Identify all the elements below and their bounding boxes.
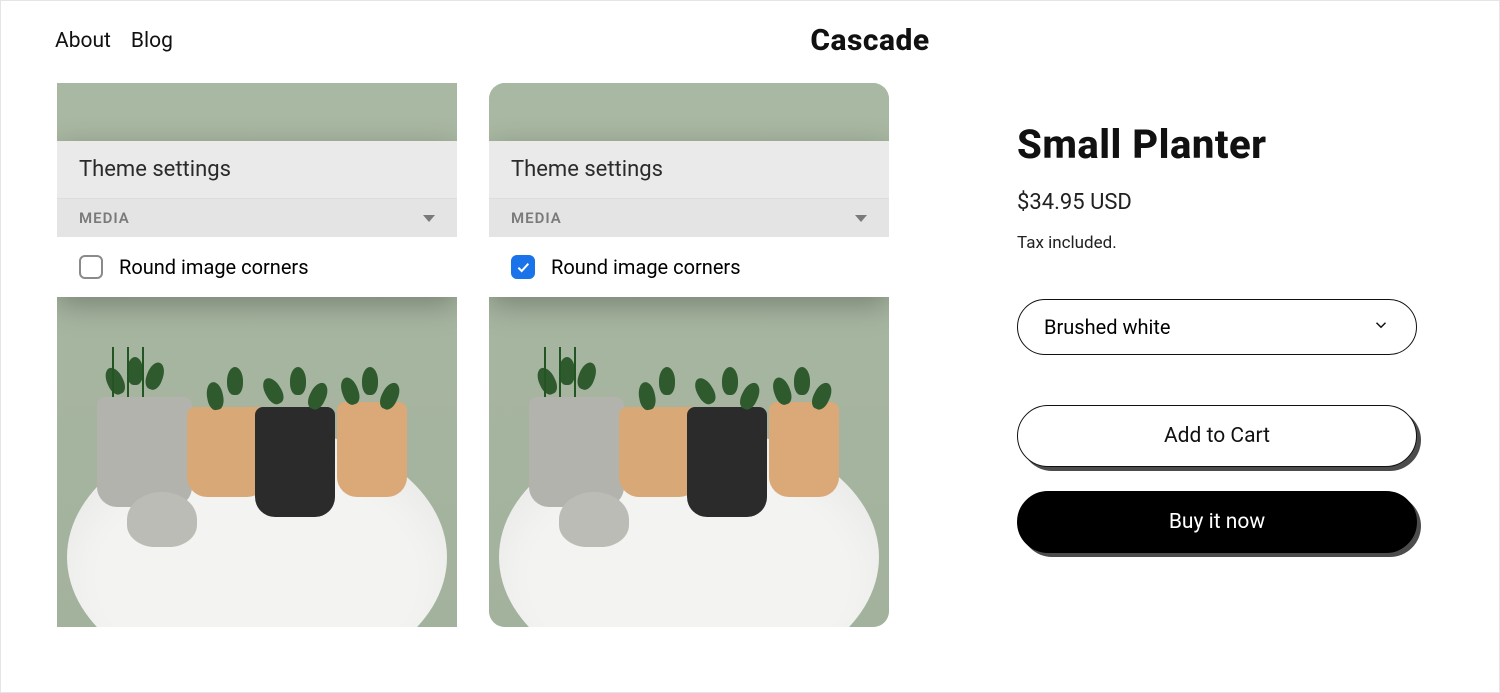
media-section-header[interactable]: MEDIA bbox=[489, 199, 889, 237]
tax-note: Tax included. bbox=[1017, 233, 1417, 253]
chevron-down-icon bbox=[423, 215, 435, 222]
chevron-down-icon bbox=[1372, 315, 1390, 339]
round-corners-checkbox[interactable] bbox=[79, 255, 103, 279]
comparison-panels: Theme settings MEDIA Round image corners bbox=[57, 83, 889, 627]
nav-blog-link[interactable]: Blog bbox=[131, 29, 173, 53]
variant-select[interactable]: Brushed white bbox=[1017, 299, 1417, 355]
round-corners-checkbox[interactable] bbox=[511, 255, 535, 279]
section-label: MEDIA bbox=[79, 209, 130, 227]
theme-settings-popover: Theme settings MEDIA Round image corners bbox=[57, 141, 457, 297]
round-corners-row[interactable]: Round image corners bbox=[489, 237, 889, 297]
popover-title: Theme settings bbox=[57, 141, 457, 199]
nav-about-link[interactable]: About bbox=[55, 29, 111, 53]
product-title: Small Planter bbox=[1017, 121, 1417, 168]
preview-panel-square: Theme settings MEDIA Round image corners bbox=[57, 83, 457, 627]
brand-logo: Cascade bbox=[810, 23, 929, 58]
variant-selected-label: Brushed white bbox=[1044, 315, 1171, 339]
product-price: $34.95 USD bbox=[1017, 190, 1417, 215]
theme-settings-popover: Theme settings MEDIA Round image corners bbox=[489, 141, 889, 297]
product-details: Small Planter $34.95 USD Tax included. B… bbox=[1017, 121, 1417, 577]
chevron-down-icon bbox=[855, 215, 867, 222]
media-section-header[interactable]: MEDIA bbox=[57, 199, 457, 237]
buy-now-button[interactable]: Buy it now bbox=[1017, 491, 1417, 553]
round-corners-row[interactable]: Round image corners bbox=[57, 237, 457, 297]
round-corners-label: Round image corners bbox=[551, 255, 741, 279]
round-corners-label: Round image corners bbox=[119, 255, 309, 279]
section-label: MEDIA bbox=[511, 209, 562, 227]
add-to-cart-button[interactable]: Add to Cart bbox=[1017, 405, 1417, 467]
preview-panel-rounded: Theme settings MEDIA Round image corners bbox=[489, 83, 889, 627]
top-nav: About Blog bbox=[55, 29, 173, 53]
popover-title: Theme settings bbox=[489, 141, 889, 199]
